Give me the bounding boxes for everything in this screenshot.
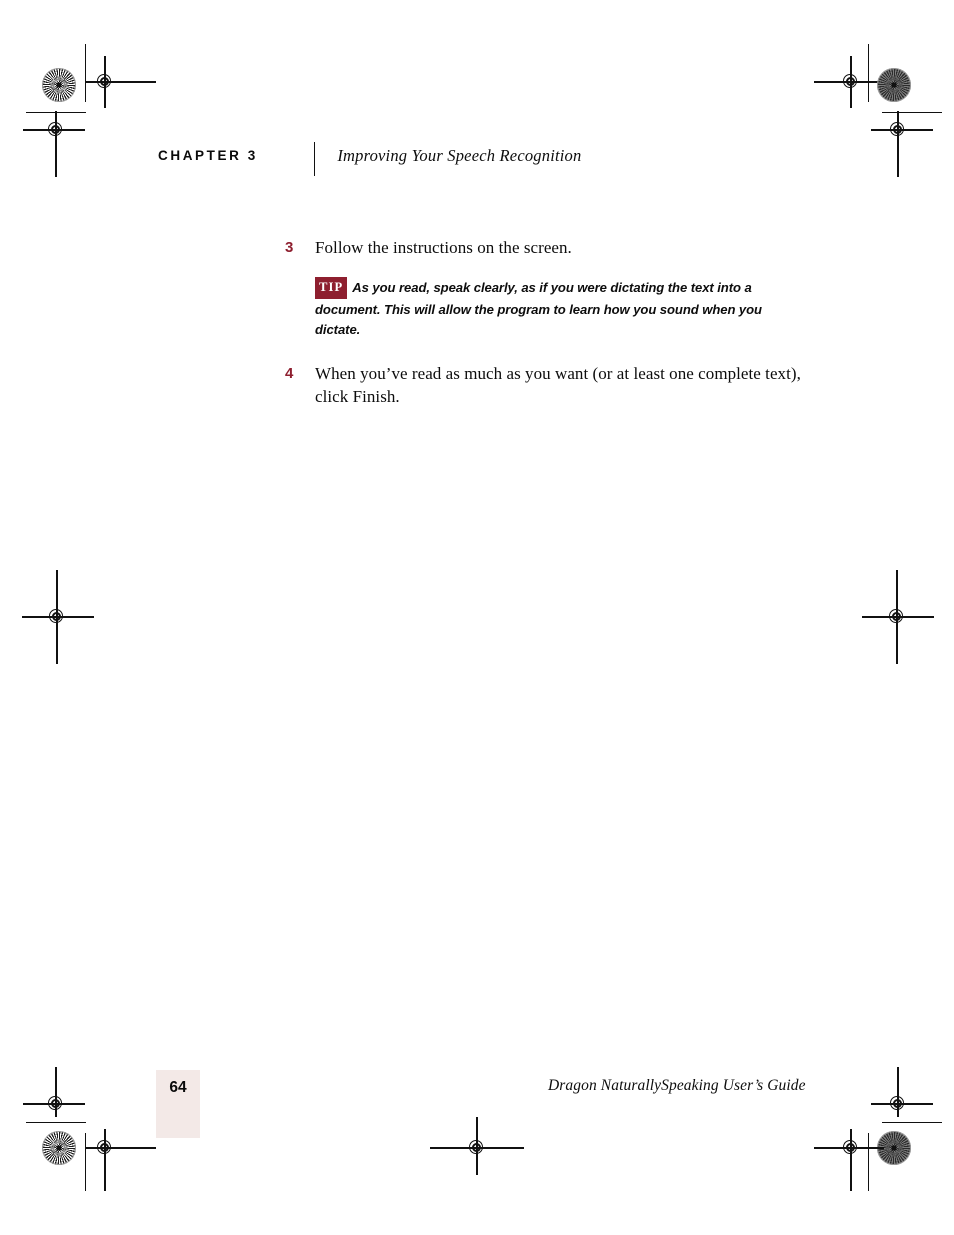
page-content: 3 Follow the instructions on the screen.… (285, 236, 805, 409)
trim-line-top-right-vertical (868, 44, 870, 102)
registration-crosshair-top-left-upper (86, 56, 156, 108)
trim-line-bottom-right-horizontal (882, 1122, 942, 1124)
trim-line-top-left-vertical (85, 44, 87, 102)
registration-crosshair-bottom-right-upper (871, 1067, 933, 1117)
step-number: 3 (285, 239, 294, 256)
halftone-star-target-bottom-left (42, 1131, 76, 1165)
registration-crosshair-top-right-upper (814, 56, 884, 108)
chapter-title: Improving Your Speech Recognition (337, 146, 582, 165)
registration-crosshair-bottom-center (430, 1117, 524, 1175)
page-header: CHAPTER 3 Improving Your Speech Recognit… (158, 142, 582, 176)
tip-badge: TIP (315, 277, 348, 300)
registration-crosshair-bottom-right-lower (814, 1129, 884, 1191)
halftone-star-target-top-left (42, 68, 76, 102)
step-number: 4 (285, 364, 294, 382)
tip-text: As you read, speak clearly, as if you we… (315, 280, 762, 337)
halftone-star-target-top-right (877, 68, 911, 102)
tip-callout: TIP As you read, speak clearly, as if you… (315, 277, 809, 339)
document-page: CHAPTER 3 Improving Your Speech Recognit… (0, 0, 954, 1235)
page-number-box: 64 (156, 1070, 200, 1138)
trim-line-bottom-left-horizontal (26, 1122, 86, 1124)
step-text: When you’ve read as much as you want (or… (315, 363, 801, 407)
page-number: 64 (169, 1079, 187, 1096)
registration-crosshair-top-left-lower (23, 111, 85, 177)
registration-crosshair-top-right-lower (871, 111, 933, 177)
trim-line-top-right-horizontal (882, 112, 942, 114)
trim-line-bottom-left-vertical (85, 1133, 87, 1191)
tip-paragraph: TIP As you read, speak clearly, as if you… (315, 277, 809, 339)
chapter-label: CHAPTER 3 (158, 148, 258, 163)
registration-crosshair-mid-left (22, 570, 94, 664)
registration-crosshair-bottom-left-lower (86, 1129, 156, 1191)
header-divider-rule (313, 142, 316, 176)
trim-line-bottom-right-vertical (868, 1133, 870, 1191)
footer-book-title: Dragon NaturallySpeaking User’s Guide (548, 1077, 806, 1094)
registration-crosshair-bottom-left-upper (23, 1067, 85, 1117)
step-text: Follow the instructions on the screen. (315, 238, 572, 257)
registration-crosshair-mid-right (862, 570, 934, 664)
step-item-4: 4 When you’ve read as much as you want (… (285, 362, 805, 409)
step-item-3: 3 Follow the instructions on the screen. (285, 236, 805, 259)
